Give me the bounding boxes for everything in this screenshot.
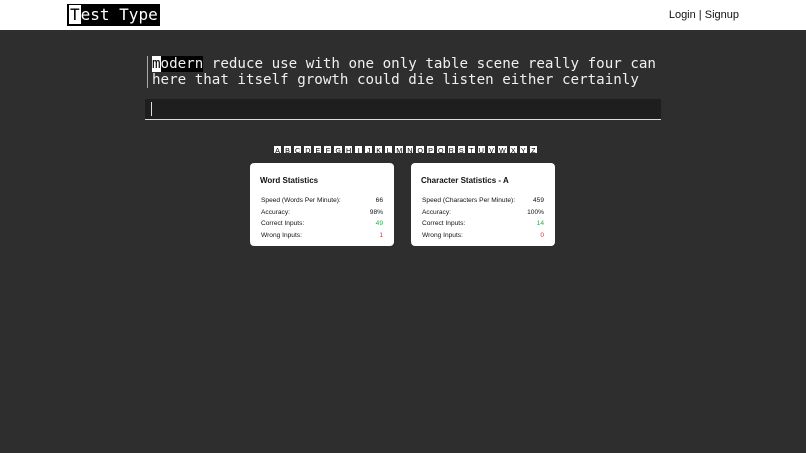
letter-button-n[interactable]: N <box>405 145 415 155</box>
auth-links: Login | Signup <box>669 9 739 21</box>
logo-rest: est Type <box>80 5 158 24</box>
char-speed-row: Speed (Characters Per Minute): 459 <box>421 195 545 207</box>
stat-value-correct: 14 <box>536 220 544 228</box>
stat-label: Speed (Words Per Minute): <box>261 197 341 204</box>
current-word-rest: odern <box>160 56 204 72</box>
stat-value-correct: 49 <box>375 220 383 228</box>
line-1-remaining-words: reduce use with one only table scene rea… <box>203 56 656 72</box>
letter-button-o[interactable]: O <box>415 145 425 155</box>
stat-label: Accuracy: <box>261 208 290 216</box>
letter-selector: ABCDEFGHIJKLMNOPQRSTUVWXYZ <box>273 145 538 155</box>
letter-button-z[interactable]: Z <box>528 145 538 155</box>
stat-label: Accuracy: <box>422 208 451 216</box>
stat-label: Correct Inputs: <box>422 220 466 228</box>
logo-first-letter: T <box>69 5 81 24</box>
letter-button-t[interactable]: T <box>466 145 476 155</box>
stat-label: Wrong Inputs: <box>422 232 463 240</box>
word-statistics-title: Word Statistics <box>260 176 319 185</box>
letter-button-j[interactable]: J <box>364 145 374 155</box>
letter-button-c[interactable]: C <box>293 145 303 155</box>
auth-separator: | <box>695 9 705 21</box>
letter-button-m[interactable]: M <box>394 145 405 155</box>
letter-button-f[interactable]: F <box>323 145 333 155</box>
char-wrong-row: Wrong Inputs: 0 <box>421 230 545 242</box>
letter-button-x[interactable]: X <box>508 145 518 155</box>
stat-value: 459 <box>532 197 544 204</box>
letter-button-l[interactable]: L <box>384 145 394 155</box>
top-navbar: Test Type Login | Signup <box>0 0 806 30</box>
text-caret <box>151 102 152 116</box>
word-statistics-card: Word Statistics Speed (Words Per Minute)… <box>250 163 394 246</box>
letter-button-y[interactable]: Y <box>518 145 528 155</box>
typing-text: modern reduce use with one only table sc… <box>147 56 667 88</box>
letter-button-p[interactable]: P <box>426 145 435 155</box>
typing-input-container <box>145 99 661 120</box>
typing-input[interactable] <box>145 99 661 119</box>
character-statistics-card: Character Statistics - A Speed (Characte… <box>411 163 555 246</box>
stat-label: Wrong Inputs: <box>261 232 302 240</box>
app-logo[interactable]: Test Type <box>67 4 160 26</box>
stat-value: 98% <box>369 208 383 216</box>
letter-button-a[interactable]: A <box>273 145 282 155</box>
word-correct-row: Correct Inputs: 49 <box>260 218 384 230</box>
letter-button-b[interactable]: B <box>283 145 292 155</box>
letter-button-u[interactable]: U <box>476 145 486 155</box>
letter-button-q[interactable]: Q <box>436 145 446 155</box>
stat-label: Correct Inputs: <box>261 220 305 228</box>
stat-value: 100% <box>527 208 544 216</box>
login-link[interactable]: Login <box>669 9 696 21</box>
stat-value: 66 <box>375 197 383 204</box>
letter-button-e[interactable]: E <box>313 145 323 155</box>
character-statistics-title: Character Statistics - A <box>421 176 509 185</box>
letter-button-g[interactable]: G <box>333 145 343 155</box>
stat-value-wrong: 0 <box>540 232 544 240</box>
char-correct-row: Correct Inputs: 14 <box>421 218 545 230</box>
letter-button-i[interactable]: I <box>354 145 364 155</box>
stat-value-wrong: 1 <box>379 232 383 240</box>
current-char: m <box>152 56 161 72</box>
typing-line-1: modern reduce use with one only table sc… <box>152 56 667 72</box>
word-wrong-row: Wrong Inputs: 1 <box>260 230 384 242</box>
letter-button-h[interactable]: H <box>344 145 354 155</box>
letter-button-v[interactable]: V <box>487 145 496 155</box>
stat-label: Speed (Characters Per Minute): <box>422 197 516 204</box>
letter-button-k[interactable]: K <box>374 145 384 155</box>
letter-button-r[interactable]: R <box>446 145 456 155</box>
letter-button-s[interactable]: S <box>456 145 466 155</box>
typing-line-2: here that itself growth could die listen… <box>152 72 639 88</box>
letter-button-d[interactable]: D <box>303 145 313 155</box>
word-accuracy-row: Accuracy: 98% <box>260 207 384 219</box>
signup-link[interactable]: Signup <box>705 9 739 21</box>
current-word: modern <box>152 56 204 72</box>
letter-button-w[interactable]: W <box>497 145 508 155</box>
word-speed-row: Speed (Words Per Minute): 66 <box>260 195 384 207</box>
char-accuracy-row: Accuracy: 100% <box>421 207 545 219</box>
